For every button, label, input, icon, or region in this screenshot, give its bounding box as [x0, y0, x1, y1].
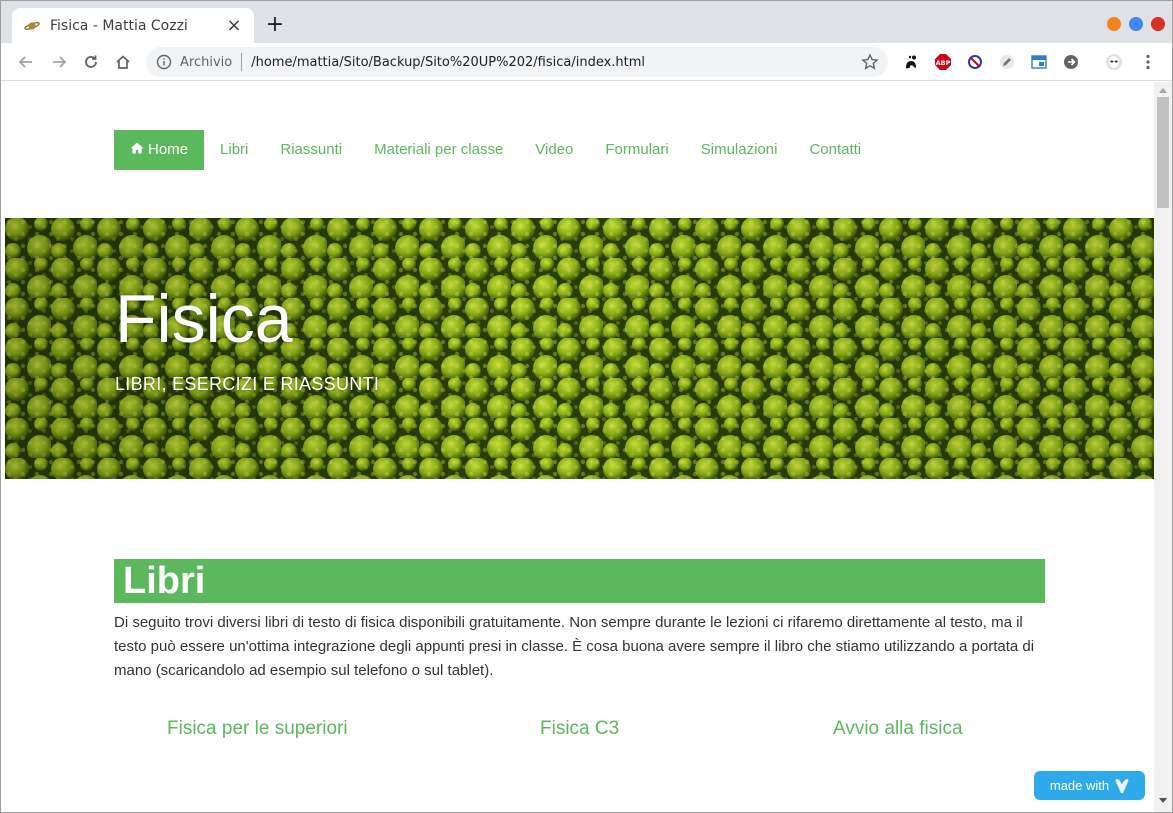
nav-label-home: Home — [148, 141, 189, 158]
planet-icon — [24, 18, 40, 34]
scroll-down-arrow-icon[interactable] — [1159, 798, 1167, 803]
info-icon[interactable] — [156, 54, 172, 70]
hero-title: Fisica — [115, 281, 293, 357]
page-scrollbar[interactable] — [1154, 82, 1172, 812]
alien-icon[interactable] — [1105, 53, 1123, 71]
tab-strip: Fisica - Mattia Cozzi × + — [1, 1, 1172, 43]
close-window-button[interactable] — [1151, 17, 1165, 31]
home-icon[interactable] — [111, 50, 135, 74]
arrow-right-circle-icon[interactable] — [1062, 53, 1080, 71]
nav-item-libri[interactable]: Libri — [204, 130, 264, 170]
page-viewport: Home Libri Riassunti Materiali per class… — [1, 82, 1154, 812]
scroll-up-arrow-icon[interactable] — [1159, 88, 1167, 93]
pen-icon[interactable] — [998, 53, 1016, 71]
nav-item-materiali[interactable]: Materiali per classe — [358, 130, 519, 170]
nav-item-home[interactable]: Home — [114, 130, 205, 170]
new-tab-icon[interactable]: + — [263, 14, 287, 38]
nav-item-simulazioni[interactable]: Simulazioni — [685, 130, 794, 170]
tab-title: Fisica - Mattia Cozzi — [50, 17, 188, 34]
site-nav: Home Libri Riassunti Materiali per class… — [114, 130, 877, 170]
block-icon[interactable] — [966, 53, 984, 71]
nav-item-video[interactable]: Video — [519, 130, 589, 170]
scroll-thumb[interactable] — [1157, 97, 1169, 208]
forward-icon[interactable] — [47, 50, 71, 74]
address-bar[interactable]: Archivio /home/mattia/Sito/Backup/Sito%2… — [146, 47, 888, 77]
minimize-button[interactable] — [1107, 17, 1121, 31]
browser-toolbar: Archivio /home/mattia/Sito/Backup/Sito%2… — [1, 43, 1172, 81]
security-label: Archivio — [180, 54, 233, 70]
heart-logo-icon — [1115, 778, 1129, 794]
made-with-label: made with — [1049, 778, 1110, 793]
window-icon[interactable] — [1030, 53, 1048, 71]
made-with-badge[interactable]: made with — [1034, 771, 1145, 800]
nav-item-formulari[interactable]: Formulari — [589, 130, 684, 170]
book-link-fisica-c3[interactable]: Fisica C3 — [540, 718, 619, 740]
nav-item-riassunti[interactable]: Riassunti — [264, 130, 358, 170]
gnome-icon[interactable] — [902, 53, 920, 71]
url-text[interactable]: /home/mattia/Sito/Backup/Sito%20UP%202/f… — [251, 55, 861, 70]
home-icon — [130, 141, 144, 158]
abp-icon[interactable]: ABP — [934, 53, 952, 71]
back-icon[interactable] — [14, 50, 38, 74]
book-link-fisica-superiori[interactable]: Fisica per le superiori — [167, 718, 348, 740]
maximize-button[interactable] — [1129, 17, 1143, 31]
reload-icon[interactable] — [79, 50, 103, 74]
tab-close-icon[interactable]: × — [226, 16, 242, 34]
svg-text:ABP: ABP — [936, 59, 951, 67]
nav-item-contatti[interactable]: Contatti — [793, 130, 877, 170]
section-title-libri: Libri — [114, 559, 1045, 603]
bookmark-star-icon[interactable] — [861, 53, 879, 71]
section-intro-text: Di seguito trovi diversi libri di testo … — [114, 614, 1035, 679]
hero-banner: Fisica LIBRI, ESERCIZI E RIASSUNTI — [5, 218, 1154, 479]
tab-active[interactable]: Fisica - Mattia Cozzi × — [12, 8, 254, 43]
hero-subtitle: LIBRI, ESERCIZI E RIASSUNTI — [115, 374, 380, 394]
menu-kebab-icon[interactable] — [1139, 53, 1157, 71]
browser-window: Fisica - Mattia Cozzi × + Archivio /home… — [0, 0, 1173, 813]
book-link-avvio-fisica[interactable]: Avvio alla fisica — [833, 718, 963, 740]
omnibox-divider — [241, 53, 243, 71]
